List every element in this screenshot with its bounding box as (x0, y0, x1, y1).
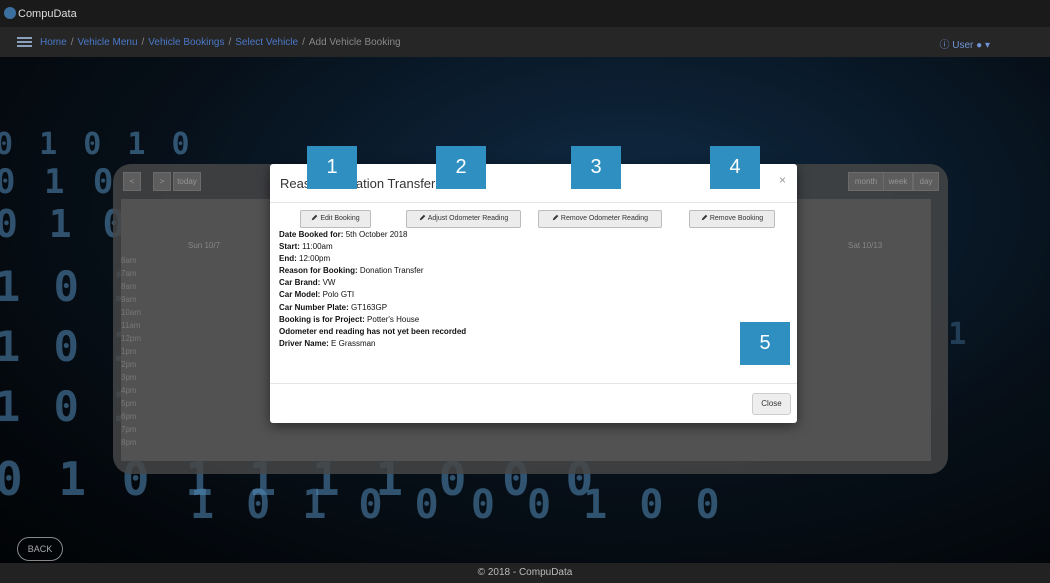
user-menu-label: User (952, 40, 974, 51)
breadcrumb-select-vehicle[interactable]: Select Vehicle (235, 37, 298, 48)
breadcrumb-home[interactable]: Home (40, 37, 67, 48)
top-bar: CompuData (0, 0, 1050, 27)
detail-value: Donation Transfer (359, 266, 424, 276)
detail-label: End: (279, 254, 297, 264)
detail-label: Car Number Plate: (279, 302, 349, 312)
remove-booking-button[interactable]: Remove Booking (689, 210, 775, 228)
edit-booking-button[interactable]: Edit Booking (300, 210, 371, 228)
pencil-icon (701, 214, 708, 221)
adjust-odometer-button[interactable]: Adjust Odometer Reading (406, 210, 521, 228)
detail-row: Driver Name: E Grassman (279, 338, 466, 350)
detail-row: Start: 11:00am (279, 241, 466, 253)
logo-icon (4, 7, 16, 19)
modal-header-divider (270, 202, 797, 203)
footer: © 2018 - CompuData (0, 563, 1050, 583)
callout-badge-1: 1 (307, 146, 357, 189)
detail-label: Driver Name: (279, 338, 329, 348)
detail-value: Potter's House (367, 314, 420, 324)
remove-odometer-label: Remove Odometer Reading (560, 215, 649, 222)
edit-booking-label: Edit Booking (320, 215, 360, 222)
detail-row: End: 12:00pm (279, 253, 466, 265)
detail-value: 5th October 2018 (345, 230, 408, 239)
callout-badge-5: 5 (740, 322, 790, 365)
hamburger-menu-icon[interactable] (17, 37, 32, 47)
close-icon[interactable]: × (779, 173, 786, 187)
booking-details-modal: Reason: Donation Transfer × Edit Booking… (270, 164, 797, 423)
adjust-odometer-label: Adjust Odometer Reading (427, 215, 509, 222)
pencil-icon (552, 214, 559, 221)
chevron-down-icon: ▾ (984, 40, 990, 51)
detail-label: Odometer end reading has not yet been re… (279, 326, 467, 336)
close-button[interactable]: Close (752, 393, 791, 415)
remove-odometer-button[interactable]: Remove Odometer Reading (538, 210, 662, 228)
callout-badge-3: 3 (571, 146, 621, 189)
footer-copyright: © 2018 - CompuData (477, 567, 573, 578)
detail-value: GT163GP (351, 302, 388, 312)
detail-value: Polo GTI (322, 290, 355, 300)
navbar: Home / Vehicle Menu / Vehicle Bookings / Selec… (0, 27, 1050, 57)
detail-label: Booking is for Project: (279, 314, 365, 324)
detail-value: VW (322, 278, 336, 288)
detail-row: Car Number Plate: GT163GP (279, 302, 466, 314)
pencil-icon (419, 214, 426, 221)
detail-value: 11:00am (302, 242, 333, 252)
detail-label: Date Booked for: (279, 230, 344, 239)
detail-label: Car Model: (279, 290, 321, 300)
detail-value: 12:00pm (299, 254, 331, 264)
remove-booking-label: Remove Booking (709, 215, 764, 222)
detail-label: Start: (279, 242, 300, 252)
breadcrumb-vehicle-bookings[interactable]: Vehicle Bookings (148, 37, 224, 48)
modal-title: Reason: Donation Transfer (280, 176, 436, 191)
user-menu[interactable]: ⓘ User ● ▾ (939, 36, 990, 51)
callout-badge-4: 4 (710, 146, 760, 189)
booking-details: Date Booked for: 5th October 2018 Start:… (279, 229, 466, 350)
pencil-icon (312, 214, 318, 221)
user-icon: ● (976, 40, 983, 51)
help-icon[interactable]: ⓘ (939, 40, 949, 51)
detail-row: Booking is for Project: Potter's House (279, 314, 466, 326)
detail-row: Odometer end reading has not yet been re… (279, 326, 466, 338)
detail-row: Car Brand: VW (279, 277, 466, 289)
detail-label: Car Brand: (279, 278, 321, 288)
back-button[interactable]: BACK (17, 537, 63, 561)
breadcrumb-current: Add Vehicle Booking (308, 37, 401, 48)
detail-row: Car Model: Polo GTI (279, 289, 466, 301)
detail-row: Reason for Booking: Donation Transfer (279, 265, 466, 277)
detail-label: Reason for Booking: (279, 266, 358, 276)
detail-row: Date Booked for: 5th October 2018 (279, 229, 466, 241)
breadcrumb: Home / Vehicle Menu / Vehicle Bookings / Selec… (40, 37, 401, 48)
breadcrumb-vehicle-menu[interactable]: Vehicle Menu (77, 37, 137, 48)
app-brand: CompuData (18, 8, 77, 20)
callout-badge-2: 2 (436, 146, 486, 189)
detail-value: E Grassman (331, 338, 376, 348)
modal-footer-divider (270, 383, 797, 384)
